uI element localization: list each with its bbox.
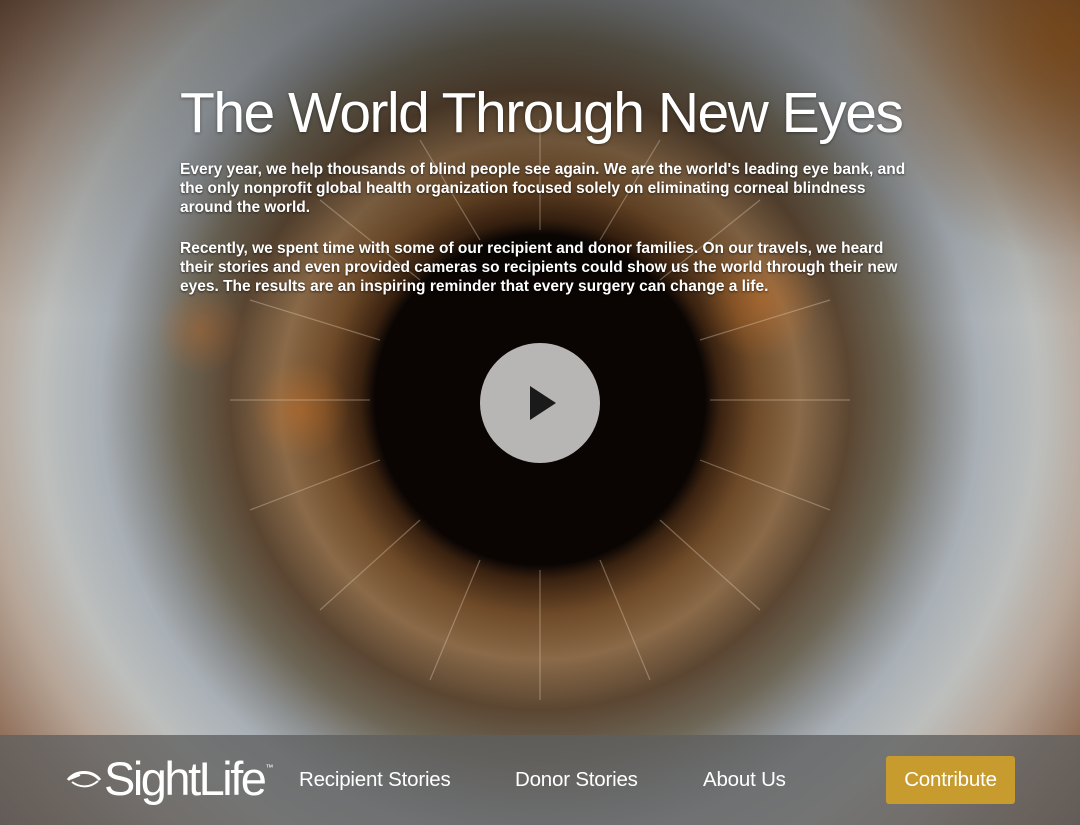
logo-text: SightLife bbox=[104, 752, 267, 805]
nav-recipient-stories[interactable]: Recipient Stories bbox=[299, 768, 451, 792]
bottom-navbar: SightLife ™ Recipient Stories Donor Stor… bbox=[0, 735, 1080, 825]
story-paragraph: Recently, we spent time with some of our… bbox=[180, 240, 898, 295]
sightlife-logo[interactable]: SightLife ™ bbox=[66, 755, 273, 803]
trademark-mark: ™ bbox=[265, 763, 274, 772]
contribute-button[interactable]: Contribute bbox=[886, 756, 1015, 804]
play-video-button[interactable] bbox=[480, 343, 600, 463]
hero-content: The World Through New Eyes Every year, w… bbox=[180, 80, 910, 318]
play-icon bbox=[530, 386, 556, 420]
eye-icon bbox=[66, 771, 102, 788]
nav-about-us[interactable]: About Us bbox=[703, 768, 786, 792]
page-title: The World Through New Eyes bbox=[180, 81, 904, 145]
nav-donor-stories[interactable]: Donor Stories bbox=[515, 768, 638, 792]
hero-background: The World Through New Eyes Every year, w… bbox=[0, 0, 1080, 825]
intro-paragraph: Every year, we help thousands of blind p… bbox=[180, 161, 906, 216]
